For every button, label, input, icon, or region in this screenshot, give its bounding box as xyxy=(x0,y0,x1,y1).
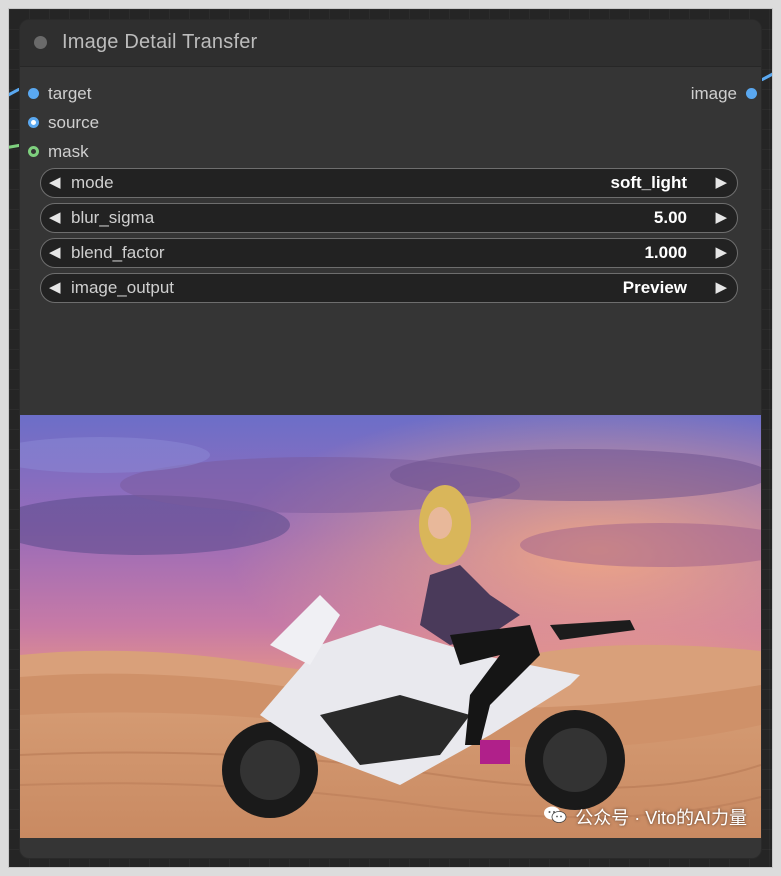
widget-mode[interactable]: ◀ mode soft_light ▶ xyxy=(40,168,738,198)
node-title-bar[interactable]: Image Detail Transfer xyxy=(20,20,761,67)
watermark-text: 公众号 · Vito的AI力量 xyxy=(575,808,747,828)
widget-value: 5.00 xyxy=(653,208,687,227)
widget-blur-sigma[interactable]: ◀ blur_sigma 5.00 ▶ xyxy=(40,203,738,233)
canvas-frame: Image Detail Transfer target source mask… xyxy=(8,8,773,868)
decrement-arrow-icon[interactable]: ◀ xyxy=(49,239,61,267)
preview-scene xyxy=(20,415,761,838)
decrement-arrow-icon[interactable]: ◀ xyxy=(49,274,61,302)
increment-arrow-icon[interactable]: ▶ xyxy=(715,274,727,302)
decrement-arrow-icon[interactable]: ◀ xyxy=(49,169,61,197)
slot-label: image xyxy=(690,84,737,103)
watermark: 公众号 · Vito的AI力量 xyxy=(543,804,747,830)
image-preview: 公众号 · Vito的AI力量 xyxy=(20,415,761,838)
widget-name: blur_sigma xyxy=(71,208,155,227)
slot-dot-icon[interactable] xyxy=(746,88,757,99)
widget-image-output[interactable]: ◀ image_output Preview ▶ xyxy=(40,273,738,303)
widget-value: soft_light xyxy=(610,173,688,192)
slot-label: mask xyxy=(48,142,89,161)
collapse-dot-icon[interactable] xyxy=(34,36,47,49)
slot-dot-icon[interactable] xyxy=(28,146,39,157)
widget-name: image_output xyxy=(71,278,175,297)
increment-arrow-icon[interactable]: ▶ xyxy=(715,204,727,232)
widget-name: blend_factor xyxy=(71,243,165,262)
widget-blend-factor[interactable]: ◀ blend_factor 1.000 ▶ xyxy=(40,238,738,268)
slot-label: source xyxy=(48,113,100,132)
slot-dot-icon[interactable] xyxy=(28,88,39,99)
wechat-icon xyxy=(543,805,567,830)
node-title: Image Detail Transfer xyxy=(62,31,258,53)
increment-arrow-icon[interactable]: ▶ xyxy=(715,239,727,267)
image-detail-transfer-node[interactable]: Image Detail Transfer target source mask… xyxy=(19,19,762,859)
widget-name: mode xyxy=(71,173,114,192)
widget-value: Preview xyxy=(622,278,687,297)
slot-dot-icon[interactable] xyxy=(28,117,39,128)
widget-value: 1.000 xyxy=(644,243,687,262)
increment-arrow-icon[interactable]: ▶ xyxy=(715,169,727,197)
output-slot-image[interactable]: image xyxy=(641,83,761,105)
slot-label: target xyxy=(48,84,92,103)
decrement-arrow-icon[interactable]: ◀ xyxy=(49,204,61,232)
